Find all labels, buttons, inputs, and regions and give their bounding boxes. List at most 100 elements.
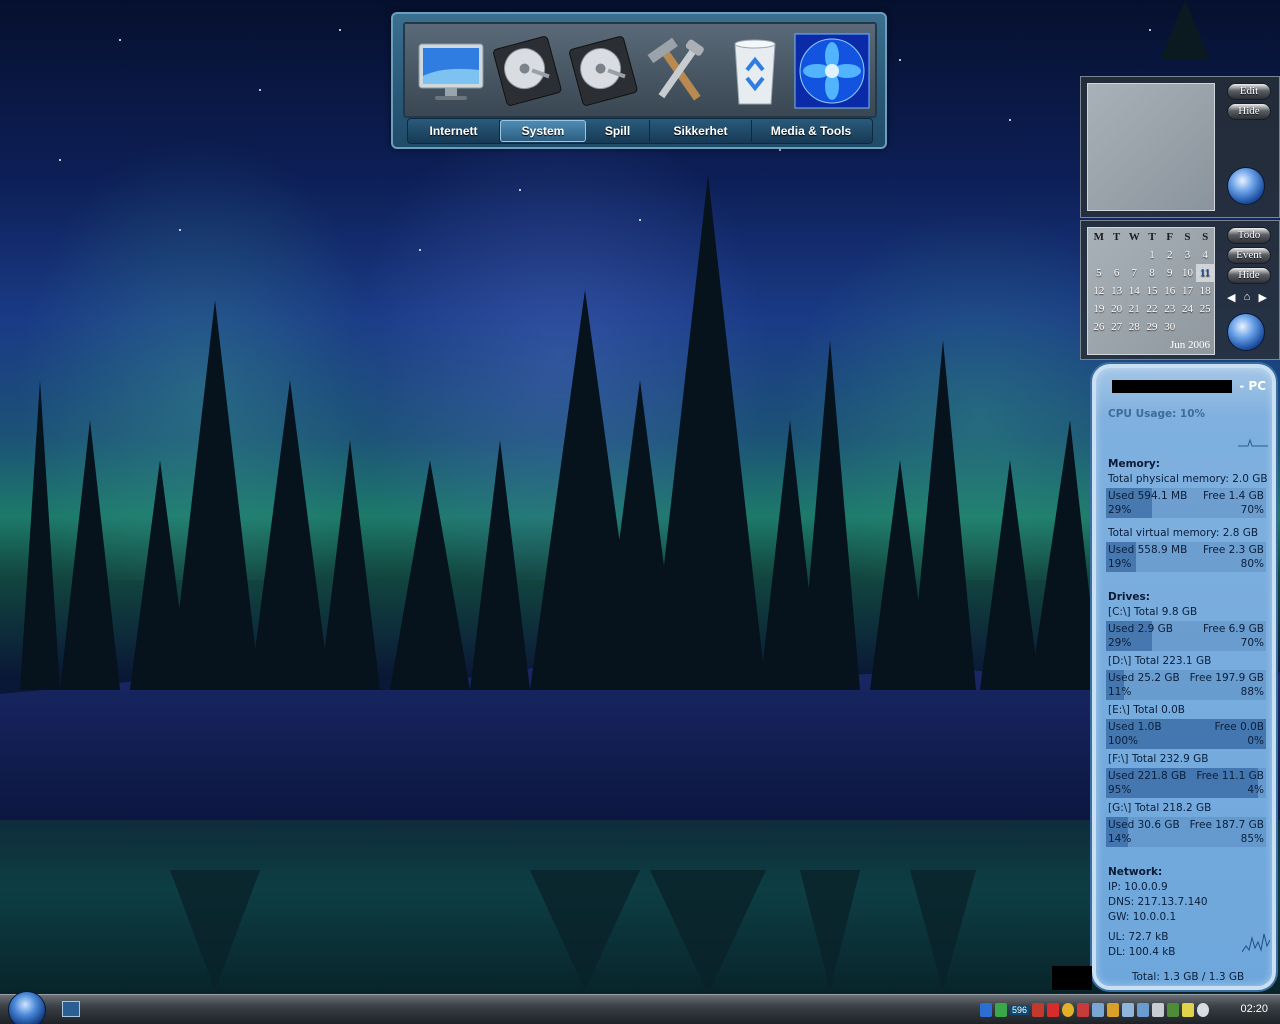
tray-counter[interactable]: 596 [1010, 1005, 1030, 1015]
calendar-day[interactable]: 30 [1161, 318, 1179, 336]
free-label: Free 0.0B [1214, 721, 1264, 733]
wireless-tray-icon[interactable] [1197, 1003, 1210, 1017]
memory-heading: Memory: [1108, 458, 1160, 470]
hide-button[interactable]: Hide [1227, 267, 1271, 284]
used-label: Used 558.9 MB [1108, 544, 1188, 556]
settings-tray-icon[interactable] [1122, 1003, 1135, 1017]
tab-sikkerhet[interactable]: Sikkerhet [650, 120, 752, 142]
calendar-day[interactable]: 3 [1179, 246, 1197, 264]
used-pct: 95% [1108, 784, 1132, 796]
free-pct: 4% [1247, 784, 1264, 796]
calendar-day[interactable]: 14 [1125, 282, 1143, 300]
app-dock: Internett System Spill Sikkerhet Media &… [391, 12, 887, 149]
recycle-bin-icon[interactable] [717, 30, 793, 110]
calendar-day[interactable]: 6 [1108, 264, 1126, 282]
update-tray-icon[interactable] [995, 1003, 1007, 1017]
calendar-day[interactable]: 17 [1179, 282, 1197, 300]
clock[interactable]: 02:20 [1240, 1003, 1268, 1015]
used-label: Used 594.1 MB [1108, 490, 1188, 502]
used-label: Used 1.0B [1108, 721, 1162, 733]
antivirus-tray-icon[interactable] [1032, 1003, 1045, 1017]
event-button[interactable]: Event [1227, 247, 1271, 264]
slideshow-image[interactable] [1087, 83, 1215, 211]
windows-orb-icon[interactable] [1227, 167, 1265, 205]
dock-icon-tray [403, 22, 877, 118]
edit-button[interactable]: Edit [1227, 83, 1271, 100]
used-pct: 14% [1108, 833, 1132, 845]
tab-spill[interactable]: Spill [586, 120, 650, 142]
windows-orb-icon[interactable] [1227, 313, 1265, 351]
network-heading: Network: [1108, 866, 1163, 878]
calendar-today[interactable]: 11 [1196, 264, 1215, 282]
hard-drive-icon[interactable] [565, 30, 641, 110]
power-tray-icon[interactable] [1167, 1003, 1180, 1017]
used-label: Used 221.8 GB [1108, 770, 1187, 782]
tab-system[interactable]: System [500, 120, 586, 142]
monitor-icon[interactable] [413, 30, 489, 110]
calendar-week-row: 1234 [1088, 246, 1214, 264]
tools-icon[interactable] [641, 30, 717, 110]
hide-button[interactable]: Hide [1227, 103, 1271, 120]
todo-button[interactable]: Todo [1227, 227, 1271, 244]
free-label: Free 6.9 GB [1203, 623, 1264, 635]
calendar-day[interactable]: 4 [1196, 246, 1214, 264]
calendar-day[interactable]: 19 [1090, 300, 1108, 318]
usb-tray-icon[interactable] [1137, 1003, 1150, 1017]
ip-address: IP: 10.0.0.9 [1108, 881, 1168, 893]
tab-internett[interactable]: Internett [408, 120, 500, 142]
calendar-day[interactable]: 8 [1143, 264, 1161, 282]
calendar-nav: ◀ ⌂ ▶ [1227, 291, 1267, 305]
free-pct: 0% [1247, 735, 1264, 747]
fan-icon[interactable] [793, 30, 871, 110]
calendar-day[interactable]: 25 [1196, 300, 1214, 318]
calendar-day[interactable]: 5 [1090, 264, 1108, 282]
calendar-day[interactable]: 21 [1125, 300, 1143, 318]
show-desktop-icon[interactable] [62, 1001, 80, 1017]
tab-media-tools[interactable]: Media & Tools [752, 120, 870, 142]
cpu-usage: CPU Usage: 10% [1108, 408, 1206, 420]
calendar-day[interactable]: 16 [1161, 282, 1179, 300]
calendar-day[interactable]: 18 [1196, 282, 1214, 300]
calendar-day[interactable]: 27 [1108, 318, 1126, 336]
start-button[interactable] [8, 991, 46, 1024]
calendar-day[interactable]: 20 [1108, 300, 1126, 318]
home-icon[interactable]: ⌂ [1244, 291, 1251, 305]
drive-bar: Used 25.2 GB Free 197.9 GB 11% 88% [1106, 670, 1266, 700]
calendar-day[interactable]: 29 [1143, 318, 1161, 336]
hard-drive-icon[interactable] [489, 30, 565, 110]
calendar-day[interactable]: 10 [1179, 264, 1197, 282]
calendar-gadget: M T W T F S S 1 2 3 4 5 6 7 8 9 10 11 12 13 14 15 16 17 1… [1080, 220, 1280, 360]
volume-tray-icon[interactable] [1152, 1003, 1165, 1017]
redacted-area [1052, 966, 1092, 990]
calendar-day[interactable]: 24 [1179, 300, 1197, 318]
free-pct: 70% [1240, 637, 1264, 649]
calendar-day[interactable]: 15 [1143, 282, 1161, 300]
calendar-day[interactable]: 26 [1090, 318, 1108, 336]
network-tray-icon[interactable] [980, 1003, 992, 1017]
alert-tray-icon[interactable] [1047, 1003, 1060, 1017]
calendar-day[interactable]: 12 [1090, 282, 1108, 300]
calendar-day[interactable]: 2 [1161, 246, 1179, 264]
free-label: Free 197.9 GB [1189, 672, 1264, 684]
calendar-day[interactable]: 28 [1125, 318, 1143, 336]
calendar-day[interactable]: 7 [1125, 264, 1143, 282]
calendar-day[interactable]: 1 [1143, 246, 1161, 264]
used-label: Used 2.9 GB [1108, 623, 1173, 635]
messenger-tray-icon[interactable] [1062, 1003, 1075, 1017]
calendar-day[interactable]: 22 [1143, 300, 1161, 318]
drive-bar: Used 2.9 GB Free 6.9 GB 29% 70% [1106, 621, 1266, 651]
calendar-day[interactable]: 23 [1161, 300, 1179, 318]
free-pct: 85% [1240, 833, 1264, 845]
calendar-week-row: 19 20 21 22 23 24 25 [1088, 300, 1214, 318]
network-graph [1242, 933, 1270, 953]
calendar-day[interactable]: 9 [1161, 264, 1179, 282]
next-arrow-icon[interactable]: ▶ [1259, 291, 1267, 305]
device-tray-icon[interactable] [1092, 1003, 1105, 1017]
battery-tray-icon[interactable] [1182, 1003, 1195, 1017]
security-tray-icon[interactable] [1077, 1003, 1090, 1017]
calendar-day[interactable]: 13 [1108, 282, 1126, 300]
weekday-label: S [1184, 231, 1191, 243]
drive-bar: Used 30.6 GB Free 187.7 GB 14% 85% [1106, 817, 1266, 847]
folder-tray-icon[interactable] [1107, 1003, 1120, 1017]
prev-arrow-icon[interactable]: ◀ [1227, 291, 1235, 305]
